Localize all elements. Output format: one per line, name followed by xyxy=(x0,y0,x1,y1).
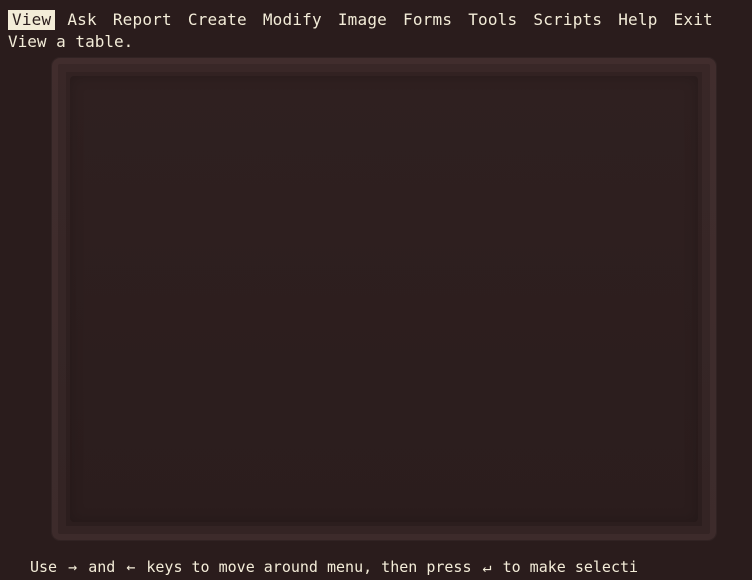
menu-tools[interactable]: Tools xyxy=(468,10,525,30)
menu-modify[interactable]: Modify xyxy=(263,10,330,30)
menu-description: View a table. xyxy=(8,32,134,51)
right-arrow-icon: → xyxy=(68,558,78,576)
status-line: Use → and ← keys to move around menu, th… xyxy=(30,558,730,576)
menu-view[interactable]: View xyxy=(8,10,56,30)
menu-report[interactable]: Report xyxy=(113,10,180,30)
status-middle: keys to move around menu, then press xyxy=(146,558,472,576)
status-suffix: to make selecti xyxy=(502,558,639,576)
menu-scripts[interactable]: Scripts xyxy=(533,10,610,30)
workspace-frame xyxy=(52,58,716,540)
dos-app-screen: View Ask Report Create Modify Image Form… xyxy=(0,0,752,580)
menu-image[interactable]: Image xyxy=(338,10,395,30)
status-prefix: Use xyxy=(30,558,58,576)
status-and: and xyxy=(88,558,116,576)
main-menu-bar: View Ask Report Create Modify Image Form… xyxy=(8,10,728,30)
menu-forms[interactable]: Forms xyxy=(403,10,460,30)
left-arrow-icon: ← xyxy=(126,558,136,576)
enter-key-icon: ↵ xyxy=(482,558,492,576)
menu-create[interactable]: Create xyxy=(188,10,255,30)
menu-ask[interactable]: Ask xyxy=(67,10,105,30)
menu-exit[interactable]: Exit xyxy=(674,10,721,30)
workspace-area xyxy=(70,76,698,522)
menu-help[interactable]: Help xyxy=(618,10,665,30)
